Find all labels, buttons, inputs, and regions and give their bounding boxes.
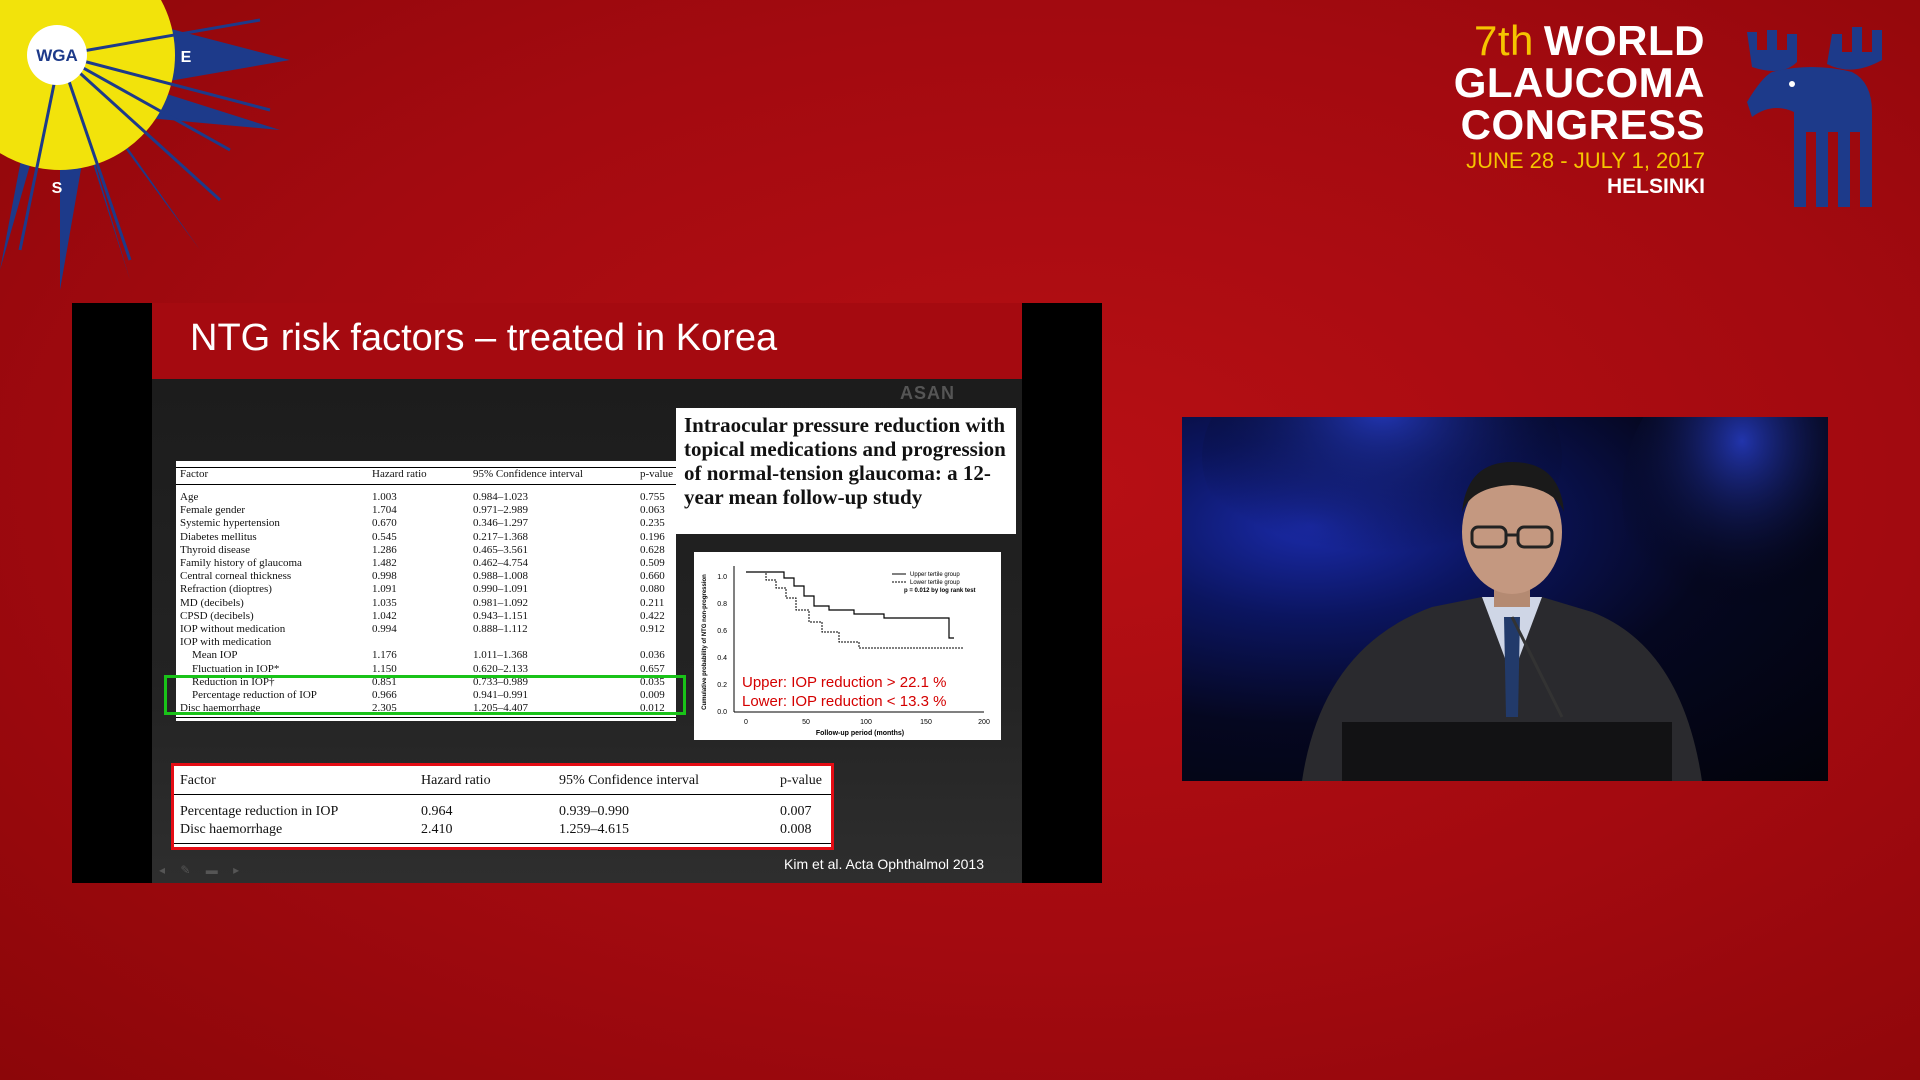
table1-header: Factor Hazard ratio 95% Confidence inter… [176, 467, 676, 485]
legend-lower: Lower tertile group [910, 580, 960, 586]
wga-sun-logo: WGA E S [0, 0, 290, 290]
y-tick: 0.8 [717, 601, 727, 608]
table-row: IOP with medication [180, 636, 272, 649]
podium [1342, 722, 1672, 781]
table-row: Disc haemorrhage 2.410 1.259–4.615 0.008 [180, 822, 812, 837]
table-row: Percentage reduction in IOP 0.964 0.939–… [180, 804, 812, 819]
table-row: Mean IOP 1.176 1.011–1.368 0.036 [192, 649, 665, 662]
table-row: Age 1.003 0.984–1.023 0.755 [180, 491, 665, 503]
table-row: Fluctuation in IOP* 1.150 0.620–2.133 0.657 [192, 662, 665, 675]
congress-line3: CONGRESS [1460, 101, 1705, 148]
y-tick: 0.0 [717, 709, 727, 716]
table1-header-cell: Hazard ratio [372, 468, 427, 480]
table-row: Family history of glaucoma 1.482 0.462–4.7… [180, 557, 665, 569]
moose-icon [1747, 27, 1882, 207]
table1-header-cell: Factor [180, 468, 209, 480]
congress-line1: WORLD [1543, 17, 1705, 64]
table2-header-cell: p-value [780, 773, 822, 788]
y-tick: 0.6 [717, 628, 727, 635]
congress-dates: JUNE 28 - JULY 1, 2017 [1466, 148, 1705, 173]
table-row: IOP without medication 0.994 0.888–1.112 0.… [180, 623, 665, 635]
legend-upper: Upper tertile group [910, 572, 960, 578]
table1-header-cell: p-value [640, 468, 673, 480]
table-row: CPSD (decibels) 1.042 0.943–1.151 0.422 [180, 609, 665, 622]
table-row: Refraction (dioptres) 1.091 0.990–1.091 0.0… [180, 583, 665, 596]
asan-watermark: ASAN [900, 383, 956, 403]
table-row: Female gender 1.704 0.971–2.989 0.063 [180, 504, 665, 517]
table-row: Diabetes mellitus 0.545 0.217–1.368 0.196 [180, 530, 665, 543]
note-lower: Lower: IOP reduction < 13.3 % [742, 693, 947, 710]
slide-header: NTG risk factors – treated in Korea [152, 303, 1022, 379]
table-row: Systemic hypertension 0.670 0.346–1.297 0.2… [180, 517, 665, 530]
y-tick: 1.0 [717, 574, 727, 581]
congress-city: HELSINKI [1606, 175, 1705, 198]
congress-line2: GLAUCOMA [1453, 59, 1705, 106]
y-tick: 0.4 [717, 655, 727, 662]
compass-s: S [52, 180, 63, 197]
logo-initials: WGA [36, 46, 78, 65]
x-tick: 100 [860, 719, 872, 726]
x-axis-label: Follow-up period (months) [816, 730, 904, 737]
y-tick: 0.2 [717, 682, 727, 689]
table2-header: Factor Hazard ratio 95% Confidence inter… [174, 772, 831, 790]
note-upper: Upper: IOP reduction > 22.1 % [742, 674, 947, 691]
speaker-video [1182, 417, 1828, 781]
x-tick: 200 [978, 719, 990, 726]
slide-title: NTG risk factors – treated in Korea [190, 317, 778, 359]
km-survival-plot: 0.0 0.2 0.4 0.6 0.8 1.0 0 50 100 150 200… [694, 552, 1001, 740]
pvalue-note: p = 0.012 by log rank test [904, 588, 976, 594]
table1-header-cell: 95% Confidence interval [473, 468, 583, 480]
table-row: Central corneal thickness 0.998 0.988–1.00… [180, 570, 665, 583]
sun-disc [0, 0, 175, 170]
x-tick: 0 [744, 719, 748, 726]
presentation-slide: NTG risk factors – treated in Korea ASAN… [72, 303, 1102, 883]
x-tick: 50 [802, 719, 810, 726]
table-row: Thyroid disease 1.286 0.465–3.561 0.628 [180, 543, 665, 556]
paper-title: Intraocular pressure reduction with topi… [676, 408, 1016, 534]
x-tick: 150 [920, 719, 932, 726]
slide-controls[interactable]: ◂ ✎ ▬ ▸ [159, 863, 245, 877]
highlight-box-green [164, 675, 686, 715]
compass-e: E [181, 49, 192, 66]
table2-header-cell: Factor [180, 773, 216, 788]
table2-header-cell: Hazard ratio [421, 773, 491, 788]
congress-ordinal: 7th [1473, 17, 1534, 64]
table-row: MD (decibels) 1.035 0.981–1.092 0.211 [180, 596, 665, 609]
congress-branding: 7th WORLD GLAUCOMA CONGRESS JUNE 28 - JUL… [1453, 17, 1705, 198]
citation: Kim et al. Acta Ophthalmol 2013 [784, 856, 984, 872]
y-axis-label: Cumulative probability of NTG non-progre… [702, 574, 708, 710]
multivariate-table: Factor Hazard ratio 95% Confidence inter… [171, 763, 834, 850]
table2-header-cell: 95% Confidence interval [559, 773, 699, 788]
